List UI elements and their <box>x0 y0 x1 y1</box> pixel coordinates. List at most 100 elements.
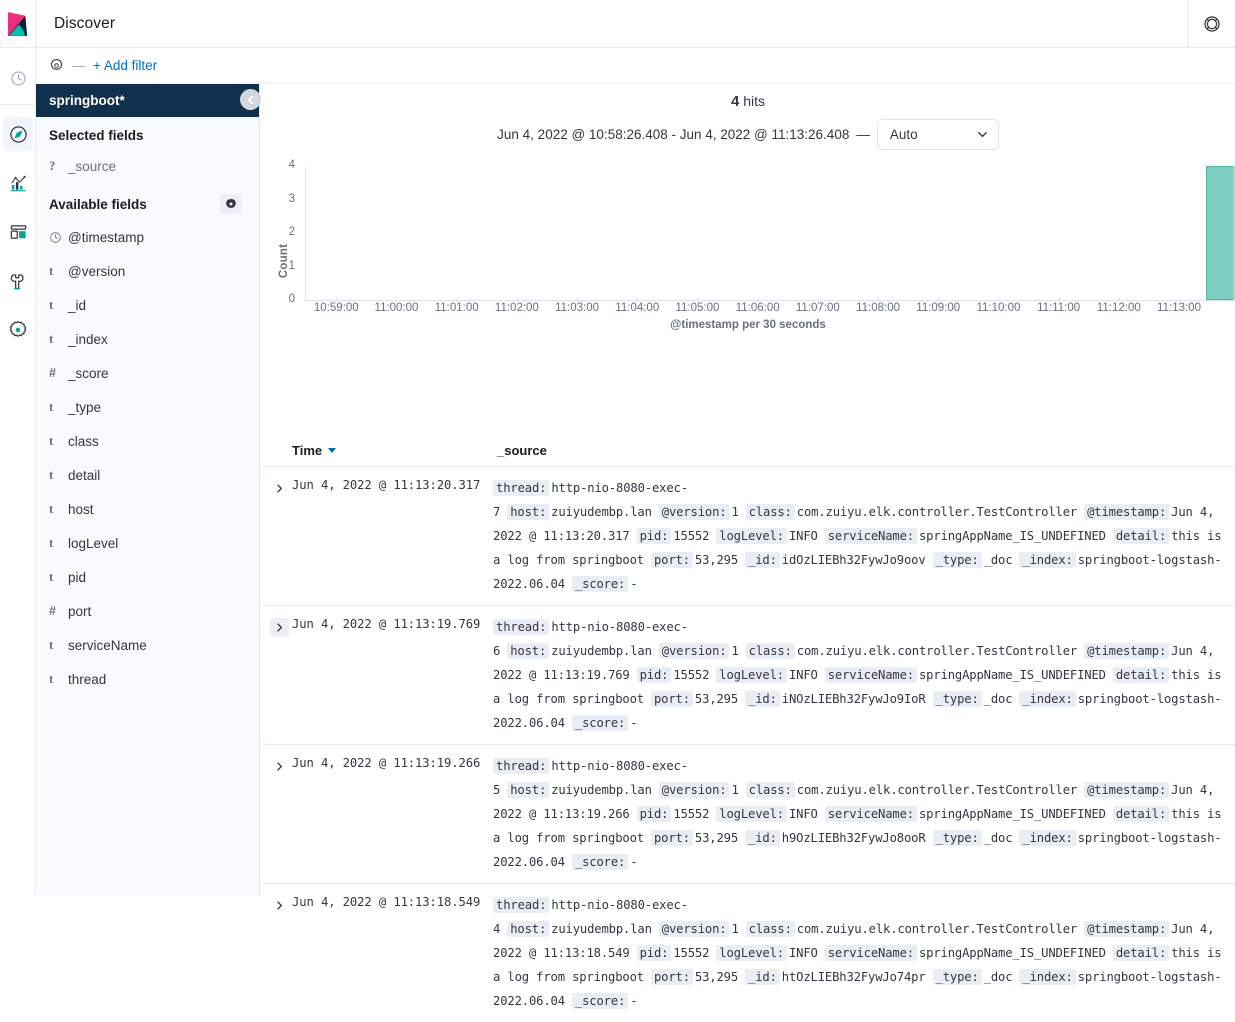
source-field-key: serviceName: <box>824 528 917 544</box>
source-field-key: detail: <box>1112 806 1170 822</box>
help-circle-icon[interactable] <box>1202 14 1222 34</box>
source-field-value: 1 <box>731 922 739 936</box>
source-field-key: _id: <box>745 969 780 985</box>
field-type-icon-number: # <box>49 366 56 380</box>
source-field-value: springAppName_IS_UNDEFINED <box>918 529 1106 543</box>
cell-source: thread: http-nio-8080-exec-4 host: zuiyudem… <box>493 893 1235 1013</box>
expand-row-button[interactable] <box>270 896 289 915</box>
field-name-label: class <box>68 433 99 449</box>
field-item-serviceName[interactable]: t serviceName <box>36 628 259 662</box>
expand-cell <box>261 615 292 735</box>
source-field-value: _doc <box>983 970 1013 984</box>
field-item-id[interactable]: t _id <box>36 288 259 322</box>
field-name-label: logLevel <box>68 535 119 551</box>
x-tick-label: 11:00:00 <box>374 302 419 314</box>
source-field-value: springAppName_IS_UNDEFINED <box>918 807 1106 821</box>
y-tick-label: 1 <box>288 259 295 272</box>
x-tick-mark <box>1179 297 1181 302</box>
field-item-host[interactable]: t host <box>36 492 259 526</box>
gear-icon[interactable] <box>49 58 64 73</box>
sidebar-item-management[interactable] <box>0 310 36 350</box>
source-field-value: 1 <box>731 783 739 797</box>
kibana-logo-icon <box>7 11 27 36</box>
sidebar-item-recently-viewed[interactable] <box>0 58 36 98</box>
field-item-logLevel[interactable]: t logLevel <box>36 526 259 560</box>
field-item-pid[interactable]: t pid <box>36 560 259 594</box>
available-fields-list: @timestamp t @version t _id t _index # _score t _t… <box>36 220 259 696</box>
field-item-index[interactable]: t _index <box>36 322 259 356</box>
bar-chart-icon <box>10 175 26 191</box>
source-field-value: 15552 <box>673 668 710 682</box>
sidebar-item-dev-tools[interactable] <box>0 261 36 301</box>
cell-time: Jun 4, 2022 @ 11:13:18.549 <box>292 895 481 909</box>
add-filter-button[interactable]: + Add filter <box>93 58 157 73</box>
column-header-time-label: Time <box>292 442 323 458</box>
field-item-type[interactable]: t _type <box>36 390 259 424</box>
expand-row-button[interactable] <box>270 618 289 637</box>
source-field-value: _doc <box>983 553 1013 567</box>
sidebar-item-dashboard[interactable] <box>0 212 36 252</box>
field-type-icon-number: # <box>49 604 56 618</box>
column-header-time[interactable]: Time <box>261 443 493 458</box>
table-row[interactable]: Jun 4, 2022 @ 11:13:19.769 thread: http-ni… <box>261 606 1235 745</box>
source-field-value: com.zuiyu.elk.controller.TestController <box>796 644 1078 658</box>
source-field-key: host: <box>507 504 550 520</box>
field-item-source[interactable]: ? _source <box>36 149 259 183</box>
x-tick-label: 11:12:00 <box>1096 302 1141 314</box>
source-field-key: port: <box>650 969 693 985</box>
field-type-icon-string: t <box>49 501 54 516</box>
x-tick-mark <box>1118 297 1120 302</box>
y-axis-ticks: 0 1 2 3 4 <box>275 159 295 305</box>
field-item-timestamp[interactable]: @timestamp <box>36 220 259 254</box>
source-field-key: thread: <box>493 758 550 774</box>
sidebar-item-visualize[interactable] <box>0 163 36 203</box>
y-tick-label: 0 <box>288 293 295 305</box>
field-item-thread[interactable]: t thread <box>36 662 259 696</box>
field-type-icon-string: t <box>49 467 54 482</box>
source-field-value: 15552 <box>673 946 710 960</box>
source-field-key: _id: <box>745 552 780 568</box>
time-range-row: Jun 4, 2022 @ 10:58:26.408 - Jun 4, 2022… <box>261 119 1235 150</box>
gear-icon <box>226 198 236 209</box>
hits-summary: 4 hits <box>261 84 1235 110</box>
field-item-detail[interactable]: t detail <box>36 458 259 492</box>
source-field-value: idOzLIEBh32FywJo9oov <box>781 553 926 567</box>
field-name-label: serviceName <box>68 637 147 653</box>
field-item-class[interactable]: t class <box>36 424 259 458</box>
selected-fields-list: ? _source <box>36 149 259 183</box>
field-settings-button[interactable] <box>220 194 242 214</box>
source-field-value: INFO <box>788 946 818 960</box>
field-item-port[interactable]: # port <box>36 594 259 628</box>
source-field-key: pid: <box>636 945 672 961</box>
index-pattern-selector[interactable]: springboot* <box>36 84 259 117</box>
source-field-key: _index: <box>1019 552 1076 568</box>
field-item-score[interactable]: # _score <box>36 356 259 390</box>
column-header-source[interactable]: _source <box>493 443 547 458</box>
histogram-chart[interactable]: Count 01234 10:59:00 11:00:00 11:01:00 11:0… <box>261 159 1235 339</box>
kibana-home-link[interactable] <box>0 0 36 48</box>
source-field-value: zuiyudembp.lan <box>551 783 652 797</box>
table-row[interactable]: Jun 4, 2022 @ 11:13:18.549 thread: http-ni… <box>261 884 1235 1022</box>
field-type-icon-unknown: ? <box>49 158 56 173</box>
field-item-version[interactable]: t @version <box>36 254 259 288</box>
histogram-bar[interactable] <box>1206 166 1235 300</box>
expand-cell <box>261 754 292 874</box>
selected-fields-label: Selected fields <box>49 128 144 143</box>
field-name-label: _id <box>68 297 87 313</box>
interval-select[interactable]: Auto <box>876 119 999 150</box>
top-header: Discover <box>0 0 1235 48</box>
chevron-right-icon <box>277 762 282 771</box>
sidebar-collapse-button[interactable] <box>240 89 261 110</box>
x-tick-label: 11:06:00 <box>735 302 780 314</box>
table-row[interactable]: Jun 4, 2022 @ 11:13:19.266 thread: http-ni… <box>261 745 1235 884</box>
field-name-label: port <box>68 603 92 619</box>
field-type-icon-string: t <box>49 297 54 312</box>
hits-count: 4 <box>730 93 740 110</box>
table-row[interactable]: Jun 4, 2022 @ 11:13:20.317 thread: http-ni… <box>261 467 1235 606</box>
sidebar-item-discover[interactable] <box>0 114 36 154</box>
field-name-label: _score <box>68 365 109 381</box>
expand-row-button[interactable] <box>270 757 289 776</box>
expand-row-button[interactable] <box>270 479 289 498</box>
gear-icon <box>9 320 27 337</box>
source-field-key: _type: <box>932 969 982 985</box>
